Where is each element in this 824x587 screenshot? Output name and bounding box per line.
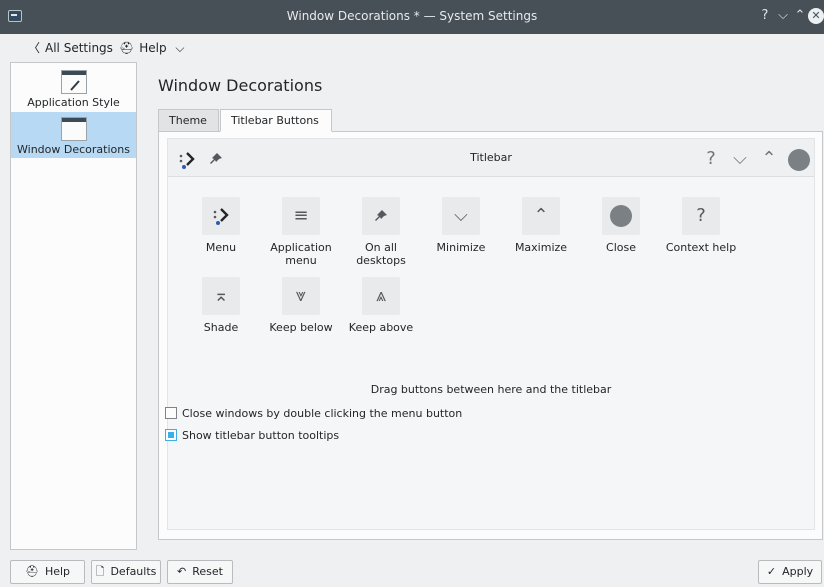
all-settings-button[interactable]: 〈 All Settings: [28, 40, 113, 58]
checkmark-icon: ✓: [766, 565, 777, 578]
show-tooltips-option[interactable]: Show titlebar button tooltips: [165, 429, 339, 445]
button-label: Context help: [665, 241, 737, 254]
available-button-maximize[interactable]: ⌃ Maximize: [501, 197, 581, 254]
application-style-icon: [60, 70, 87, 94]
titlebar-buttons-panel: Titlebar ? ⌵ ⌃ Menu ≡ Application menu O…: [158, 131, 823, 540]
minimize-icon: ⌵: [442, 197, 480, 235]
available-button-minimize[interactable]: ⌵ Minimize: [421, 197, 501, 254]
defaults-button[interactable]: 🗋 Defaults: [91, 560, 161, 584]
page-title: Window Decorations: [158, 76, 323, 95]
help-menu-button[interactable]: ⛑ Help ⌵: [119, 40, 185, 58]
available-button-application-menu[interactable]: ≡ Application menu: [261, 197, 341, 267]
hamburger-icon: ≡: [282, 197, 320, 235]
close-icon[interactable]: ✕: [808, 8, 824, 24]
available-button-menu[interactable]: Menu: [181, 197, 261, 254]
button-label: Keep below: [269, 321, 333, 334]
window-decorations-icon: [60, 117, 87, 141]
preview-close-icon[interactable]: [788, 149, 810, 171]
context-help-icon[interactable]: ?: [756, 7, 774, 25]
double-chevron-down-icon: ⩔: [282, 277, 320, 315]
sidebar-item-label: Application Style: [27, 96, 120, 109]
drag-hint: Drag buttons between here and the titleb…: [370, 383, 612, 396]
help-label: Help: [139, 41, 167, 55]
all-settings-label: All Settings: [45, 41, 113, 55]
help-lifebuoy-icon: ⛑: [24, 565, 39, 578]
document-defaults-icon: 🗋: [95, 565, 105, 578]
button-label: Keep above: [348, 321, 414, 334]
apply-button[interactable]: ✓ Apply: [758, 560, 822, 584]
show-tooltips-checkbox[interactable]: [165, 429, 177, 441]
close-on-double-click-checkbox[interactable]: [165, 407, 177, 419]
button-label: Close: [606, 241, 636, 254]
toolbar: 〈 All Settings ⛑ Help ⌵: [0, 34, 824, 62]
apply-button-label: Apply: [782, 565, 814, 578]
window-titlebar: Window Decorations * — System Settings ?…: [0, 0, 824, 34]
available-button-close[interactable]: Close: [581, 197, 661, 254]
available-button-shade[interactable]: ⌅ Shade: [181, 277, 261, 334]
menu-icon: [202, 197, 240, 235]
sidebar-item-label: Window Decorations: [17, 143, 130, 156]
question-icon: ?: [682, 197, 720, 235]
titlebar-preview: Titlebar ? ⌵ ⌃ Menu ≡ Application menu O…: [167, 138, 815, 530]
preview-minimize-icon[interactable]: ⌵: [729, 148, 751, 170]
option-label: Close windows by double clicking the men…: [182, 407, 463, 420]
window-title: Window Decorations * — System Settings: [286, 9, 538, 23]
shade-icon: ⌅: [202, 277, 240, 315]
chevron-left-icon: 〈: [28, 41, 41, 55]
option-label: Show titlebar button tooltips: [182, 429, 340, 442]
minimize-icon[interactable]: ⌵: [774, 7, 792, 25]
available-button-context-help[interactable]: ? Context help: [661, 197, 741, 254]
sidebar: Application Style Window Decorations: [10, 62, 137, 550]
preview-context-help-icon[interactable]: ?: [700, 148, 722, 170]
double-chevron-up-icon: ⩓: [362, 277, 400, 315]
undo-icon: ↶: [177, 565, 187, 578]
chevron-down-icon: ⌵: [175, 41, 185, 55]
available-button-on-all-desktops[interactable]: On all desktops: [341, 197, 421, 267]
help-button[interactable]: ⛑ Help: [10, 560, 85, 584]
preview-maximize-icon[interactable]: ⌃: [758, 148, 780, 170]
maximize-icon: ⌃: [522, 197, 560, 235]
help-lifebuoy-icon: ⛑: [119, 41, 135, 55]
maximize-icon[interactable]: ⌃: [791, 7, 809, 25]
tab-theme[interactable]: Theme: [158, 109, 219, 132]
button-label: Menu: [205, 241, 237, 254]
button-label: On all desktops: [356, 241, 406, 267]
sidebar-item-window-decorations[interactable]: Window Decorations: [11, 112, 136, 158]
tab-titlebar-buttons[interactable]: Titlebar Buttons: [220, 109, 332, 132]
close-icon: [602, 197, 640, 235]
button-label: Maximize: [514, 241, 568, 254]
defaults-button-label: Defaults: [110, 565, 157, 578]
button-label: Minimize: [436, 241, 486, 254]
available-button-keep-below[interactable]: ⩔ Keep below: [261, 277, 341, 334]
pin-icon: [362, 197, 400, 235]
button-label: Shade: [203, 321, 239, 334]
available-button-keep-above[interactable]: ⩓ Keep above: [341, 277, 421, 334]
reset-button[interactable]: ↶ Reset: [167, 560, 233, 584]
titlebar-preview-bar: Titlebar ? ⌵ ⌃: [168, 139, 814, 177]
sidebar-item-application-style[interactable]: Application Style: [11, 66, 136, 110]
button-label: Application menu: [270, 241, 332, 267]
help-button-label: Help: [44, 565, 71, 578]
reset-button-label: Reset: [192, 565, 223, 578]
close-on-double-click-option[interactable]: Close windows by double clicking the men…: [165, 407, 462, 423]
